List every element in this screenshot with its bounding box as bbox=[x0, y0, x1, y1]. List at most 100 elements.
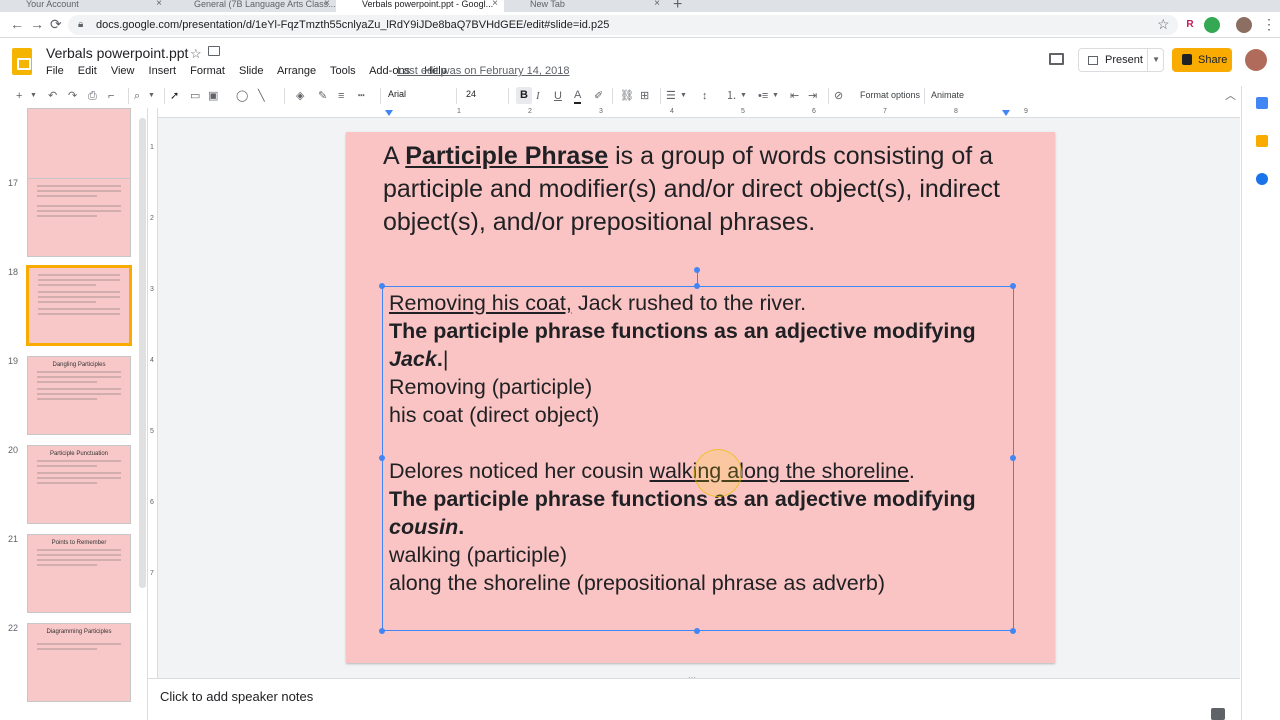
bulleted-list-icon[interactable]: •≡ bbox=[758, 88, 768, 104]
resize-handle[interactable] bbox=[1010, 628, 1016, 634]
indent-marker[interactable] bbox=[1002, 110, 1010, 116]
menu-arrange[interactable]: Arrange bbox=[277, 65, 316, 77]
menu-edit[interactable]: Edit bbox=[78, 65, 97, 77]
resize-handle[interactable] bbox=[379, 455, 385, 461]
italic-icon[interactable]: I bbox=[536, 88, 540, 104]
border-weight-icon[interactable]: ≡ bbox=[338, 88, 344, 104]
numbered-list-icon[interactable]: ⒈ bbox=[726, 88, 737, 104]
slides-logo-icon[interactable] bbox=[12, 48, 32, 75]
clear-formatting-icon[interactable]: ⊘ bbox=[834, 88, 843, 104]
profile-initial-icon[interactable]: R bbox=[1182, 17, 1198, 33]
border-dash-icon[interactable]: ┅ bbox=[358, 88, 365, 104]
font-size-select[interactable]: 24 bbox=[466, 89, 476, 99]
last-edit-link[interactable]: Last edit was on February 14, 2018 bbox=[397, 65, 569, 77]
menu-file[interactable]: File bbox=[46, 65, 64, 77]
slide-body-text[interactable]: Removing his coat, Jack rushed to the ri… bbox=[389, 289, 1009, 597]
border-color-icon[interactable]: ✎ bbox=[318, 88, 327, 104]
close-icon[interactable]: × bbox=[324, 0, 330, 9]
close-icon[interactable]: × bbox=[156, 0, 162, 9]
zoom-icon[interactable]: ⌕ bbox=[134, 88, 140, 104]
slide-thumbnail-selected[interactable] bbox=[27, 266, 131, 345]
link-icon[interactable]: ⛓ bbox=[620, 88, 634, 104]
chevron-down-icon[interactable]: ▼ bbox=[148, 88, 155, 104]
new-slide-icon[interactable]: + bbox=[16, 88, 22, 104]
comment-icon[interactable] bbox=[1049, 53, 1064, 65]
redo-icon[interactable]: ↷ bbox=[68, 88, 77, 104]
resize-handle[interactable] bbox=[379, 283, 385, 289]
chevron-down-icon[interactable]: ▼ bbox=[30, 88, 37, 104]
rotate-handle[interactable] bbox=[694, 267, 700, 273]
browser-tab-account[interactable]: Your Account × bbox=[0, 0, 168, 12]
share-button[interactable]: Share bbox=[1172, 48, 1232, 72]
new-tab-icon[interactable]: + bbox=[673, 0, 682, 12]
browser-tab-general[interactable]: General (7B Language Arts Class... × bbox=[168, 0, 336, 12]
highlight-color-icon[interactable]: ✐ bbox=[594, 88, 603, 104]
tasks-icon[interactable] bbox=[1256, 173, 1268, 185]
line-spacing-icon[interactable]: ↕ bbox=[702, 88, 708, 104]
address-bar[interactable]: 🔒︎ docs.google.com/presentation/d/1eYl-F… bbox=[68, 15, 1178, 35]
slide-thumbnail[interactable]: Participle Punctuation bbox=[27, 445, 131, 524]
back-icon[interactable]: ← bbox=[10, 16, 24, 32]
paint-format-icon[interactable]: ⌐ bbox=[108, 88, 114, 104]
bookmark-star-icon[interactable]: ☆ bbox=[1157, 16, 1170, 33]
extension-icon[interactable] bbox=[1204, 17, 1220, 33]
text-box-icon[interactable]: ▭ bbox=[190, 88, 200, 104]
menu-insert[interactable]: Insert bbox=[149, 65, 177, 77]
browser-menu-icon[interactable]: ⋮ bbox=[1262, 16, 1276, 33]
animate-button[interactable]: Animate bbox=[931, 90, 964, 100]
close-icon[interactable]: × bbox=[654, 0, 660, 9]
chevron-down-icon[interactable]: ▼ bbox=[1147, 49, 1160, 71]
document-title[interactable]: Verbals powerpoint.ppt bbox=[46, 45, 188, 61]
print-icon[interactable]: ⎙ bbox=[88, 88, 97, 104]
add-comment-icon[interactable]: ⊞ bbox=[640, 88, 649, 104]
slide-thumbnail[interactable]: Dangling Participles bbox=[27, 356, 131, 435]
chevron-down-icon[interactable]: ▼ bbox=[680, 88, 687, 104]
menu-view[interactable]: View bbox=[111, 65, 135, 77]
chevron-down-icon[interactable]: ▼ bbox=[772, 88, 779, 104]
move-to-folder-icon[interactable] bbox=[208, 46, 220, 56]
browser-tab-new[interactable]: New Tab × bbox=[504, 0, 666, 12]
format-options-button[interactable]: Format options bbox=[860, 90, 920, 100]
increase-indent-icon[interactable]: ⇥ bbox=[808, 88, 817, 104]
bold-icon[interactable]: B bbox=[516, 87, 532, 104]
undo-icon[interactable]: ↶ bbox=[48, 88, 57, 104]
text-color-icon[interactable]: A bbox=[574, 88, 582, 104]
shape-icon[interactable]: ◯ bbox=[236, 88, 248, 104]
slide-thumbnail[interactable] bbox=[27, 108, 131, 187]
profile-avatar-icon[interactable] bbox=[1236, 17, 1252, 33]
menu-format[interactable]: Format bbox=[190, 65, 225, 77]
menu-slide[interactable]: Slide bbox=[239, 65, 263, 77]
forward-icon[interactable]: → bbox=[30, 16, 44, 32]
line-icon[interactable]: ╲ bbox=[258, 88, 265, 104]
chevron-up-icon[interactable]: ︿ bbox=[1225, 87, 1236, 103]
browser-tab-verbals[interactable]: Verbals powerpoint.ppt - Googl... × bbox=[336, 0, 504, 12]
present-button[interactable]: Present ▼ bbox=[1078, 48, 1164, 72]
star-icon[interactable]: ☆ bbox=[190, 46, 202, 62]
drag-handle-icon[interactable]: ⋯ bbox=[688, 673, 696, 682]
align-icon[interactable]: ☰ bbox=[666, 88, 676, 104]
slide-title[interactable]: A Participle Phrase is a group of words … bbox=[383, 140, 1023, 239]
slide-thumbnail[interactable]: Diagramming Participles bbox=[27, 623, 131, 702]
keep-icon[interactable] bbox=[1256, 135, 1268, 147]
calendar-icon[interactable] bbox=[1256, 97, 1268, 109]
menu-tools[interactable]: Tools bbox=[330, 65, 356, 77]
chevron-down-icon[interactable]: ▼ bbox=[740, 88, 747, 104]
reload-icon[interactable]: ⟳ bbox=[50, 16, 62, 33]
resize-handle[interactable] bbox=[379, 628, 385, 634]
image-icon[interactable]: ▣ bbox=[208, 88, 218, 104]
underline-icon[interactable]: U bbox=[554, 88, 562, 104]
select-pointer-icon[interactable]: ➚ bbox=[170, 88, 179, 104]
font-select[interactable]: Arial bbox=[388, 89, 450, 99]
fill-color-icon[interactable]: ◈ bbox=[296, 88, 304, 104]
resize-handle[interactable] bbox=[1010, 283, 1016, 289]
resize-handle[interactable] bbox=[694, 628, 700, 634]
explore-icon[interactable] bbox=[1211, 708, 1225, 720]
indent-marker[interactable] bbox=[385, 110, 393, 116]
resize-handle[interactable] bbox=[1010, 455, 1016, 461]
decrease-indent-icon[interactable]: ⇤ bbox=[790, 88, 799, 104]
speaker-notes-placeholder[interactable]: Click to add speaker notes bbox=[160, 689, 313, 704]
slide-thumbnail[interactable] bbox=[27, 178, 131, 257]
close-icon[interactable]: × bbox=[492, 0, 498, 9]
avatar[interactable] bbox=[1245, 49, 1267, 71]
filmstrip-scrollbar[interactable] bbox=[139, 118, 146, 588]
